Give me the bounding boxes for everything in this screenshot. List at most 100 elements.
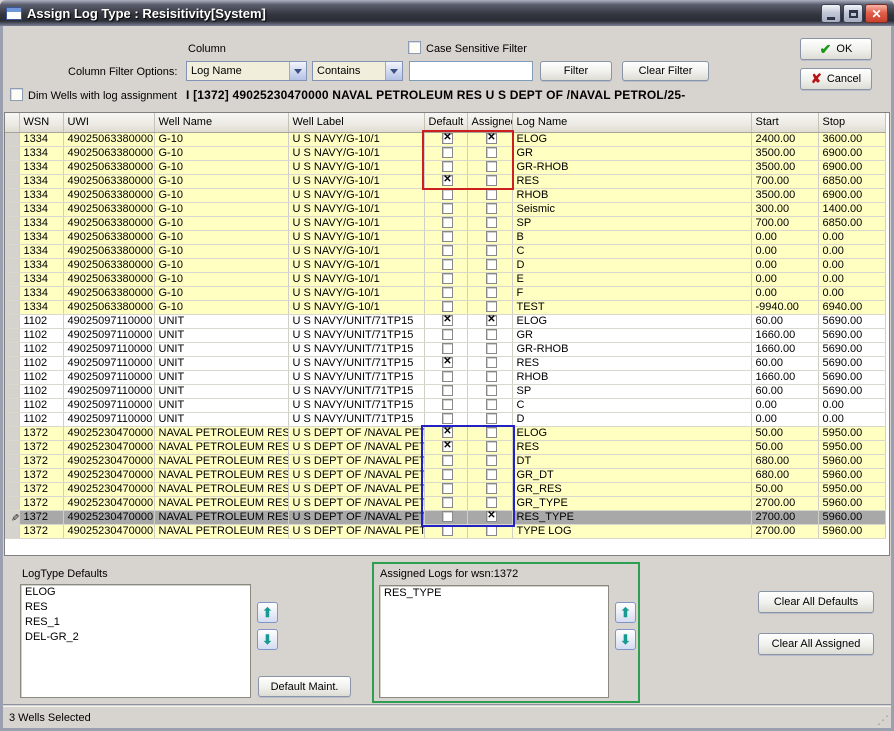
column-header-selector[interactable] — [5, 113, 19, 132]
default-checkbox[interactable] — [442, 469, 453, 480]
clear-all-defaults-button[interactable]: Clear All Defaults — [758, 591, 874, 613]
row-selector[interactable] — [5, 356, 19, 370]
row-selector[interactable] — [5, 412, 19, 426]
row-selector[interactable] — [5, 244, 19, 258]
assigned-checkbox[interactable] — [486, 315, 497, 326]
assigned-checkbox[interactable] — [486, 245, 497, 256]
table-row[interactable]: 137249025230470000NAVAL PETROLEUM RESU S… — [5, 426, 885, 440]
default-checkbox[interactable] — [442, 525, 453, 536]
default-checkbox[interactable] — [442, 147, 453, 158]
table-row[interactable]: 110249025097110000UNITU S NAVY/UNIT/71TP… — [5, 412, 885, 426]
default-checkbox[interactable] — [442, 399, 453, 410]
assigned-checkbox[interactable] — [486, 287, 497, 298]
row-selector[interactable] — [5, 258, 19, 272]
resize-grip-icon[interactable]: ⋰ — [877, 713, 888, 727]
row-selector[interactable] — [5, 202, 19, 216]
table-row[interactable]: 110249025097110000UNITU S NAVY/UNIT/71TP… — [5, 356, 885, 370]
row-selector[interactable] — [5, 230, 19, 244]
assigned-checkbox[interactable] — [486, 525, 497, 536]
table-row[interactable]: 133449025063380000G-10U S NAVY/G-10/1F0.… — [5, 286, 885, 300]
default-checkbox[interactable] — [442, 287, 453, 298]
default-checkbox[interactable] — [442, 455, 453, 466]
assigned-checkbox[interactable] — [486, 161, 497, 172]
assigned-checkbox[interactable] — [486, 497, 497, 508]
assigned-checkbox[interactable] — [486, 511, 497, 522]
close-button[interactable]: ✕ — [865, 4, 888, 23]
assigned-checkbox[interactable] — [486, 399, 497, 410]
title-bar[interactable]: Assign Log Type : Resisitivity[System] — [0, 0, 894, 26]
row-selector[interactable] — [5, 328, 19, 342]
column-header-well-label[interactable]: Well Label — [288, 113, 424, 132]
default-checkbox[interactable] — [442, 427, 453, 438]
assigned-move-up-button[interactable]: ⬆ — [615, 602, 636, 623]
default-maint-button[interactable]: Default Maint. — [258, 676, 351, 697]
row-selector[interactable] — [5, 314, 19, 328]
assigned-checkbox[interactable] — [486, 259, 497, 270]
default-checkbox[interactable] — [442, 315, 453, 326]
filter-column-dropdown-button[interactable] — [289, 62, 306, 80]
table-row[interactable]: 110249025097110000UNITU S NAVY/UNIT/71TP… — [5, 384, 885, 398]
assigned-checkbox[interactable] — [486, 231, 497, 242]
table-row[interactable]: 137249025230470000NAVAL PETROLEUM RESU S… — [5, 468, 885, 482]
cancel-button[interactable]: ✘ Cancel — [800, 68, 872, 90]
assigned-checkbox[interactable] — [486, 469, 497, 480]
assigned-checkbox[interactable] — [486, 357, 497, 368]
default-checkbox[interactable] — [442, 483, 453, 494]
table-row[interactable]: 133449025063380000G-10U S NAVY/G-10/1GR3… — [5, 146, 885, 160]
column-header-wsn[interactable]: WSN — [19, 113, 63, 132]
table-row[interactable]: ✎137249025230470000NAVAL PETROLEUM RESU … — [5, 510, 885, 524]
assigned-checkbox[interactable] — [486, 343, 497, 354]
table-row[interactable]: 133449025063380000G-10U S NAVY/G-10/1TES… — [5, 300, 885, 314]
defaults-move-down-button[interactable]: ⬇ — [257, 629, 278, 650]
assigned-checkbox[interactable] — [486, 273, 497, 284]
default-checkbox[interactable] — [442, 175, 453, 186]
filter-operator-dropdown-button[interactable] — [385, 62, 402, 80]
column-header-stop[interactable]: Stop — [818, 113, 885, 132]
assigned-logs-listbox[interactable]: RES_TYPE — [379, 585, 609, 698]
assigned-checkbox[interactable] — [486, 301, 497, 312]
default-checkbox[interactable] — [442, 385, 453, 396]
assigned-checkbox[interactable] — [486, 441, 497, 452]
default-checkbox[interactable] — [442, 245, 453, 256]
row-selector[interactable] — [5, 272, 19, 286]
assigned-checkbox[interactable] — [486, 133, 497, 144]
row-selector[interactable] — [5, 286, 19, 300]
row-selector[interactable] — [5, 188, 19, 202]
table-row[interactable]: 133449025063380000G-10U S NAVY/G-10/1D0.… — [5, 258, 885, 272]
default-checkbox[interactable] — [442, 511, 453, 522]
row-selector-edit-pencil-icon[interactable]: ✎ — [5, 510, 19, 524]
column-header-default[interactable]: Default — [424, 113, 467, 132]
table-row[interactable]: 137249025230470000NAVAL PETROLEUM RESU S… — [5, 440, 885, 454]
table-row[interactable]: 133449025063380000G-10U S NAVY/G-10/1ELO… — [5, 132, 885, 146]
table-row[interactable]: 133449025063380000G-10U S NAVY/G-10/1Sei… — [5, 202, 885, 216]
table-row[interactable]: 133449025063380000G-10U S NAVY/G-10/1SP7… — [5, 216, 885, 230]
row-selector[interactable] — [5, 174, 19, 188]
table-row[interactable]: 137249025230470000NAVAL PETROLEUM RESU S… — [5, 524, 885, 538]
filter-operator-select[interactable]: Contains — [312, 61, 403, 81]
table-row[interactable]: 133449025063380000G-10U S NAVY/G-10/1RHO… — [5, 188, 885, 202]
clear-all-assigned-button[interactable]: Clear All Assigned — [758, 633, 874, 655]
row-selector[interactable] — [5, 370, 19, 384]
maximize-button[interactable] — [843, 4, 863, 23]
filter-column-select[interactable]: Log Name — [186, 61, 307, 81]
list-item[interactable]: RES_1 — [21, 615, 250, 630]
default-checkbox[interactable] — [442, 161, 453, 172]
default-checkbox[interactable] — [442, 203, 453, 214]
table-row[interactable]: 110249025097110000UNITU S NAVY/UNIT/71TP… — [5, 342, 885, 356]
assigned-move-down-button[interactable]: ⬇ — [615, 629, 636, 650]
default-checkbox[interactable] — [442, 189, 453, 200]
row-selector[interactable] — [5, 468, 19, 482]
assigned-checkbox[interactable] — [486, 189, 497, 200]
list-item[interactable]: ELOG — [21, 585, 250, 600]
table-row[interactable]: 110249025097110000UNITU S NAVY/UNIT/71TP… — [5, 328, 885, 342]
default-checkbox[interactable] — [442, 371, 453, 382]
row-selector[interactable] — [5, 160, 19, 174]
logtype-defaults-listbox[interactable]: ELOGRESRES_1DEL-GR_2 — [20, 584, 251, 698]
assigned-checkbox[interactable] — [486, 217, 497, 228]
table-row[interactable]: 110249025097110000UNITU S NAVY/UNIT/71TP… — [5, 314, 885, 328]
row-selector[interactable] — [5, 398, 19, 412]
table-row[interactable]: 133449025063380000G-10U S NAVY/G-10/1E0.… — [5, 272, 885, 286]
filter-button[interactable]: Filter — [540, 61, 612, 81]
filter-value-input[interactable] — [409, 61, 533, 81]
row-selector[interactable] — [5, 384, 19, 398]
